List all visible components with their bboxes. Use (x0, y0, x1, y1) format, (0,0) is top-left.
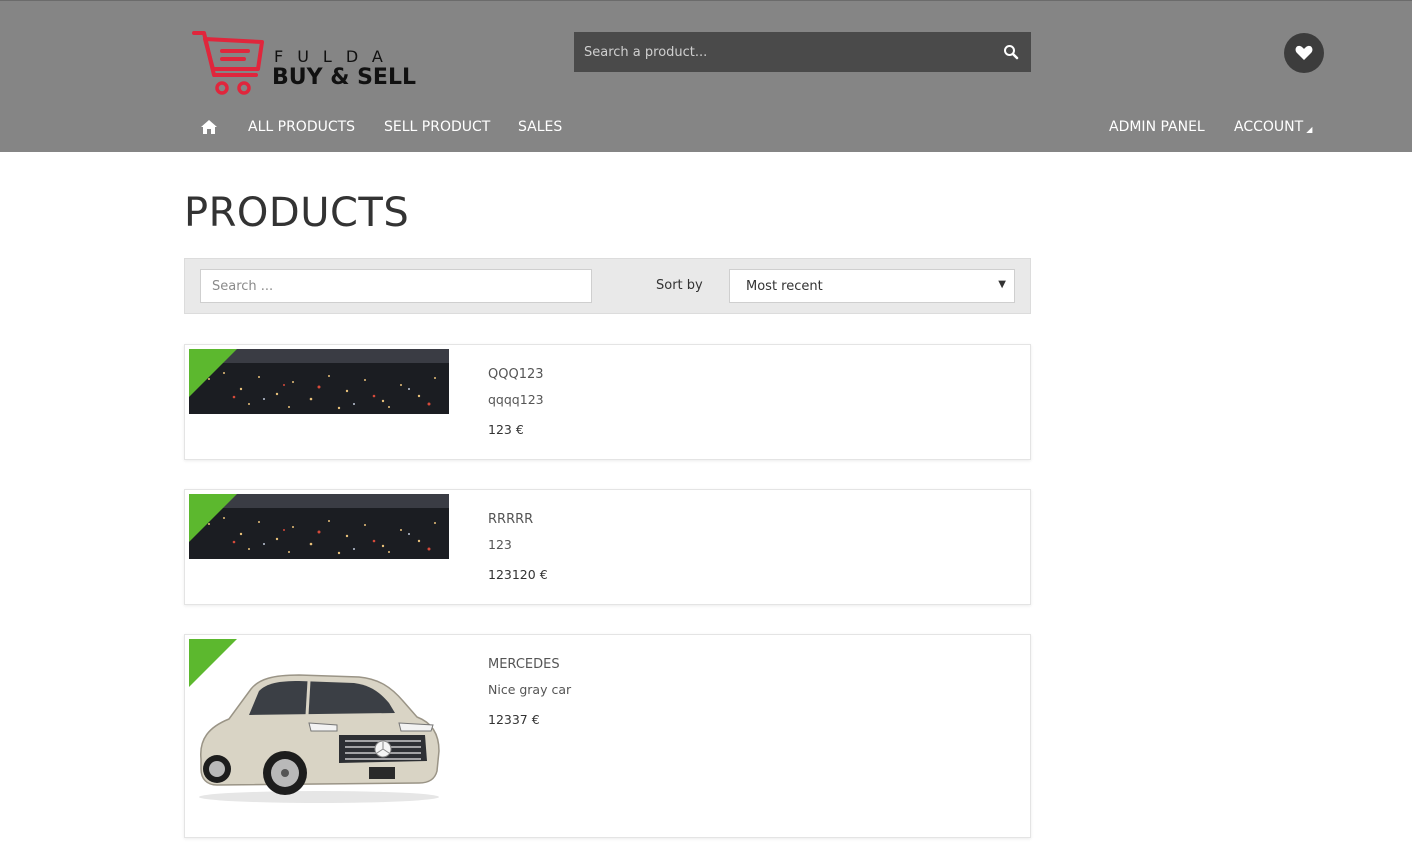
brand-line-2: BUY & SELL (272, 65, 416, 90)
home-icon[interactable] (200, 119, 218, 135)
sort-select[interactable]: Most recent ▼ (729, 269, 1015, 303)
new-badge (189, 494, 237, 542)
product-price: 123120 € (488, 567, 548, 582)
caret-down-icon: ◢ (1306, 125, 1313, 134)
nav-all-products[interactable]: ALL PRODUCTS (248, 119, 355, 135)
product-name[interactable]: MERCEDES (488, 657, 560, 672)
sort-select-value: Most recent (746, 279, 823, 294)
nav-account-label: ACCOUNT (1234, 119, 1304, 135)
brand-line-1: FULDA (274, 47, 397, 66)
wishlist-button[interactable] (1284, 33, 1324, 73)
product-description: qqqq123 (488, 392, 544, 407)
product-card[interactable]: RRRRR 123 123120 € (184, 489, 1031, 605)
product-card[interactable]: QQQ123 qqqq123 123 € (184, 344, 1031, 460)
page-title: PRODUCTS (184, 190, 410, 236)
dropdown-arrow-icon: ▼ (998, 279, 1006, 290)
new-badge (189, 349, 237, 397)
product-price: 12337 € (488, 712, 540, 727)
nav-sell-product[interactable]: SELL PRODUCT (384, 119, 490, 135)
product-card[interactable]: MERCEDES Nice gray car 12337 € (184, 634, 1031, 838)
header-search (574, 32, 1031, 72)
site-logo[interactable]: FULDA BUY & SELL (192, 29, 432, 99)
sort-label: Sort by (656, 278, 703, 293)
nav-admin-panel[interactable]: ADMIN PANEL (1109, 119, 1205, 135)
nav-sales[interactable]: SALES (518, 119, 562, 135)
header-search-input[interactable] (574, 32, 974, 72)
product-description: 123 (488, 537, 512, 552)
search-icon[interactable] (1003, 44, 1019, 60)
filter-bar: Sort by Most recent ▼ (184, 258, 1031, 314)
product-name[interactable]: QQQ123 (488, 367, 544, 382)
product-name[interactable]: RRRRR (488, 512, 533, 527)
nav-account[interactable]: ACCOUNT ◢ (1234, 119, 1312, 135)
product-price: 123 € (488, 422, 524, 437)
product-description: Nice gray car (488, 682, 572, 697)
product-search-input[interactable] (200, 269, 592, 303)
heart-icon (1295, 45, 1313, 60)
shopping-cart-icon (192, 31, 264, 95)
new-badge (189, 639, 237, 687)
main-nav: ALL PRODUCTS SELL PRODUCT SALES ADMIN PA… (0, 115, 1412, 143)
site-header: FULDA BUY & SELL ALL PRODUCTS SELL PRODU… (0, 0, 1412, 152)
